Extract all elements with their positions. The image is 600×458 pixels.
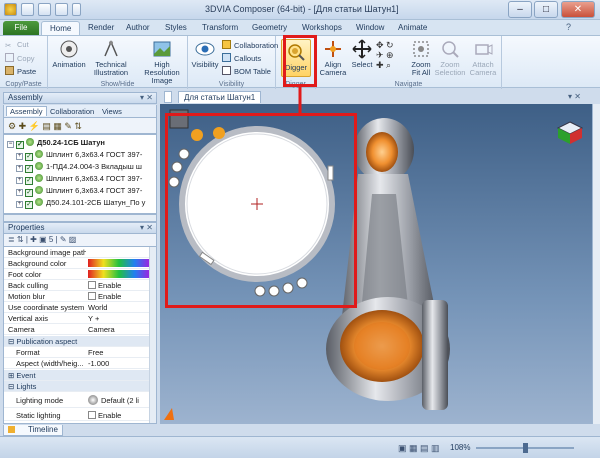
timeline-icon xyxy=(8,426,15,433)
zoom-level: 108% xyxy=(450,443,471,452)
view-mode-icons[interactable]: ▣ ▦ ▤ ▥ xyxy=(398,443,440,454)
timeline-tab[interactable]: Timeline xyxy=(3,425,63,436)
highlight-connector xyxy=(298,87,302,113)
zoom-slider-thumb[interactable] xyxy=(523,443,528,453)
status-bar: ▣ ▦ ▤ ▥ 108% xyxy=(0,436,600,458)
